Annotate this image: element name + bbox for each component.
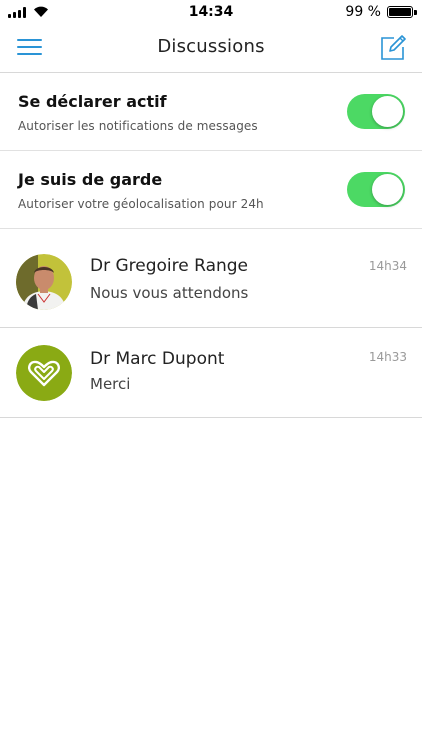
battery-tip — [414, 10, 417, 15]
page-title: Discussions — [157, 36, 265, 57]
conversation-last-message: Nous vous attendons — [90, 284, 249, 302]
setting-subtitle-active: Autoriser les notifications de messages — [18, 119, 258, 133]
conversation-time: 14h33 — [368, 350, 407, 364]
battery-icon — [387, 6, 413, 18]
battery-percentage: 99 % — [345, 4, 381, 20]
doctor-photo-avatar — [16, 254, 72, 310]
navigation-bar: Discussions — [0, 24, 422, 73]
active-toggle[interactable] — [347, 94, 405, 129]
setting-subtitle-on-call: Autoriser votre géolocalisation pour 24h — [18, 197, 264, 211]
conversation-time: 14h34 — [368, 259, 407, 273]
on-call-toggle[interactable] — [347, 172, 405, 207]
setting-row-on-call: Je suis de garde Autoriser votre géoloca… — [0, 151, 422, 229]
compose-icon[interactable] — [380, 35, 406, 61]
heart-logo-icon — [16, 345, 72, 401]
conversation-last-message: Merci — [90, 375, 131, 393]
conversation-name: Dr Gregoire Range — [90, 256, 249, 276]
setting-title-on-call: Je suis de garde — [18, 170, 163, 189]
setting-row-active: Se déclarer actif Autoriser les notifica… — [0, 73, 422, 151]
toggle-knob — [372, 96, 403, 127]
status-bar: 14:34 99 % — [0, 0, 422, 24]
setting-title-active: Se déclarer actif — [18, 92, 167, 111]
conversation-row[interactable]: Dr Marc Dupont Merci 14h33 — [0, 328, 422, 418]
conversation-name: Dr Marc Dupont — [90, 349, 225, 369]
conversation-row[interactable]: Dr Gregoire Range Nous vous attendons 14… — [0, 229, 422, 328]
toggle-knob — [372, 174, 403, 205]
